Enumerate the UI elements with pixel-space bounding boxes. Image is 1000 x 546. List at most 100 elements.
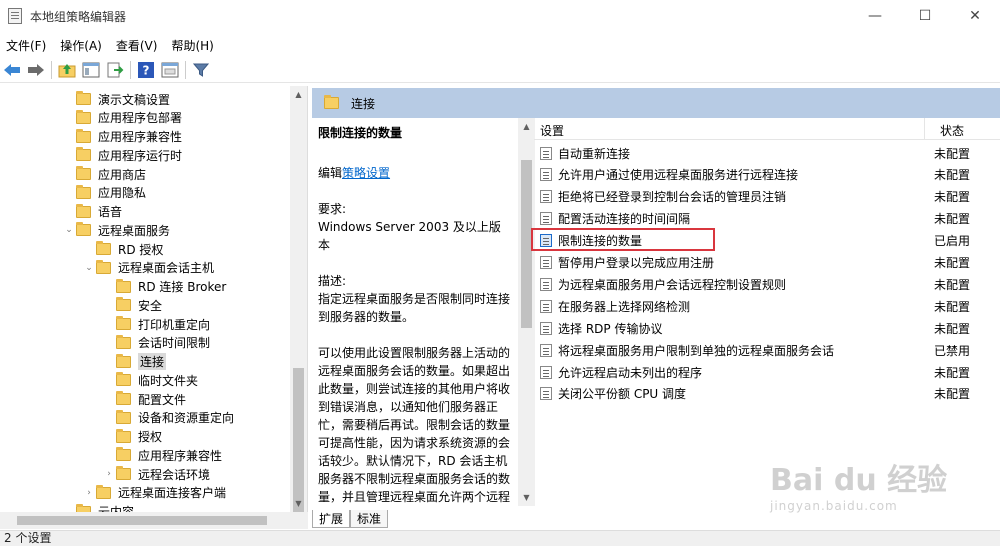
tree-item-label: 应用程序包部署: [98, 111, 183, 126]
menu-bar: 文件(F) 操作(A) 查看(V) 帮助(H): [0, 34, 1000, 56]
expand-chevron-icon[interactable]: ⌄: [82, 263, 96, 273]
tree-item-label: RD 连接 Broker: [138, 280, 227, 294]
description-vertical-scrollbar[interactable]: ▲ ▼: [518, 118, 535, 506]
setting-row[interactable]: 选择 RDP 传输协议 未配置: [534, 317, 1000, 339]
tree-hscroll-thumb[interactable]: [17, 516, 267, 525]
tree-item[interactable]: 设备和资源重定向: [102, 409, 234, 427]
tree-item[interactable]: ⌄ 远程桌面会话主机: [82, 259, 214, 277]
tree-item[interactable]: ⌄ 远程桌面服务: [62, 221, 170, 239]
tree-horizontal-scrollbar[interactable]: [0, 512, 308, 529]
setting-state: 未配置: [934, 168, 971, 183]
setting-state: 未配置: [934, 365, 971, 380]
tree-item[interactable]: 临时文件夹: [102, 371, 198, 389]
tree-item[interactable]: 云内容: [62, 503, 135, 512]
description-label: 描述:: [318, 274, 347, 288]
forward-icon[interactable]: [24, 59, 48, 81]
setting-state: 已启用: [934, 234, 971, 249]
setting-row[interactable]: 自动重新连接 未配置: [534, 142, 1000, 164]
baidu-jingyan-watermark: Bai du 经验 jingyan.baidu.com: [770, 455, 990, 525]
folder-icon: [116, 353, 131, 368]
tree-item-label: 云内容: [98, 505, 135, 512]
filter-icon[interactable]: [189, 59, 213, 81]
setting-row[interactable]: 在服务器上选择网络检测 未配置: [534, 295, 1000, 317]
column-setting[interactable]: 设置: [540, 122, 564, 139]
tree-vertical-scrollbar[interactable]: ▲ ▼: [290, 86, 307, 524]
setting-row[interactable]: 暂停用户登录以完成应用注册 未配置: [534, 252, 1000, 274]
tree-item-label: 会话时间限制: [138, 336, 211, 351]
policy-setting-icon: [540, 299, 552, 313]
help-icon[interactable]: ?: [134, 59, 158, 81]
scroll-up-arrow-icon[interactable]: ▲: [518, 118, 535, 135]
setting-row[interactable]: 将远程桌面服务用户限制到单独的远程桌面服务会话 已禁用: [534, 339, 1000, 361]
setting-name: 允许远程启动未列出的程序: [558, 365, 703, 380]
setting-row[interactable]: 允许用户通过使用远程桌面服务进行远程连接 未配置: [534, 164, 1000, 186]
tree-item[interactable]: 安全: [102, 296, 162, 314]
setting-row[interactable]: 配置活动连接的时间间隔 未配置: [534, 208, 1000, 230]
view-tabs: 扩展 标准: [312, 508, 402, 528]
setting-row[interactable]: 允许远程启动未列出的程序 未配置: [534, 361, 1000, 383]
policy-setting-icon: [540, 190, 552, 204]
tree-item[interactable]: › 远程桌面连接客户端: [82, 484, 226, 502]
edit-policy-link[interactable]: 策略设置: [342, 166, 390, 180]
setting-row[interactable]: 拒绝将已经登录到控制台会话的管理员注销 未配置: [534, 186, 1000, 208]
tab-standard[interactable]: 标准: [350, 510, 389, 528]
tree-item[interactable]: 配置文件: [102, 390, 186, 408]
scroll-up-arrow-icon[interactable]: ▲: [290, 86, 307, 103]
tree-item[interactable]: RD 授权: [82, 240, 163, 258]
folder-icon: [96, 484, 111, 499]
menu-action[interactable]: 操作(A): [54, 37, 110, 54]
scroll-down-arrow-icon[interactable]: ▼: [290, 495, 307, 512]
column-state[interactable]: 状态: [940, 122, 964, 139]
setting-name: 为远程桌面服务用户会话远程控制设置规则: [558, 277, 787, 292]
scroll-down-arrow-icon[interactable]: ▼: [518, 489, 535, 506]
back-icon[interactable]: [0, 59, 24, 81]
tree-item[interactable]: 演示文稿设置: [62, 90, 170, 108]
tree-item[interactable]: 应用程序兼容性: [62, 128, 182, 146]
tree-item[interactable]: 会话时间限制: [102, 334, 210, 352]
folder-icon: [116, 278, 131, 293]
show-hide-tree-icon[interactable]: [79, 59, 103, 81]
tree-item[interactable]: 应用商店: [62, 165, 146, 183]
folder-icon: [76, 166, 91, 180]
collapse-chevron-icon[interactable]: ›: [82, 488, 96, 498]
menu-file[interactable]: 文件(F): [0, 37, 54, 54]
title-bar: 本地组策略编辑器 — ☐ ✕: [0, 0, 1000, 32]
close-button[interactable]: ✕: [950, 0, 1000, 32]
expand-chevron-icon[interactable]: ⌄: [62, 225, 76, 235]
export-icon[interactable]: [103, 59, 127, 81]
tab-extended[interactable]: 扩展: [312, 510, 351, 528]
column-divider[interactable]: [924, 118, 925, 140]
setting-name: 选择 RDP 传输协议: [558, 321, 663, 336]
setting-row[interactable]: 为远程桌面服务用户会话远程控制设置规则 未配置: [534, 273, 1000, 295]
tree-item[interactable]: RD 连接 Broker: [102, 278, 226, 296]
tree-item[interactable]: 应用程序包部署: [62, 109, 182, 127]
folder-icon: [116, 409, 131, 424]
menu-view[interactable]: 查看(V): [110, 37, 166, 54]
tree-item[interactable]: 语音: [62, 203, 122, 221]
folder-icon: [116, 391, 131, 405]
policy-tree[interactable]: 演示文稿设置 应用程序包部署 应用程序兼容性 应用程序运行时 应用商店 应用隐私 语音 ⌄ 远程…: [0, 86, 308, 512]
tree-item[interactable]: 应用程序兼容性: [102, 446, 222, 464]
up-folder-icon[interactable]: [55, 59, 79, 81]
collapse-chevron-icon[interactable]: ›: [102, 469, 116, 479]
maximize-button[interactable]: ☐: [900, 0, 950, 32]
tree-item[interactable]: 打印机重定向: [102, 315, 210, 333]
tree-item[interactable]: 应用程序运行时: [62, 146, 182, 164]
menu-help[interactable]: 帮助(H): [165, 37, 221, 54]
properties-icon[interactable]: [158, 59, 182, 81]
highlight-annotation-box: [531, 228, 715, 251]
tree-item[interactable]: 授权: [102, 428, 162, 446]
tree-item[interactable]: 连接: [102, 353, 167, 371]
toolbar: ?: [0, 57, 1000, 83]
policy-setting-icon: [540, 256, 552, 269]
policy-setting-icon: [540, 146, 552, 160]
tree-item[interactable]: › 远程会话环境: [102, 465, 210, 483]
svg-text:?: ?: [143, 63, 150, 77]
minimize-button[interactable]: —: [850, 0, 900, 32]
setting-row[interactable]: 关闭公平份额 CPU 调度 未配置: [534, 383, 1000, 405]
tree-item-label: 远程桌面连接客户端: [118, 486, 227, 501]
setting-name: 暂停用户登录以完成应用注册: [558, 256, 715, 270]
tree-item-label: 授权: [138, 430, 163, 444]
setting-name: 在服务器上选择网络检测: [558, 299, 691, 314]
tree-item[interactable]: 应用隐私: [62, 184, 146, 202]
